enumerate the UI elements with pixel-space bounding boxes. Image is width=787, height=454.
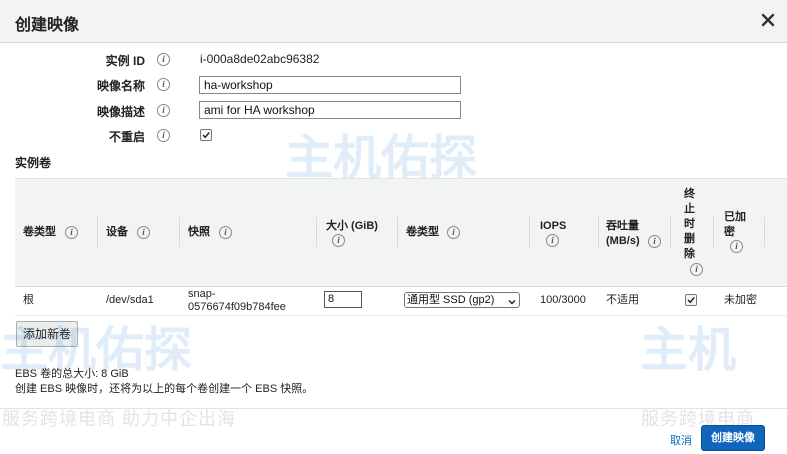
image-name-label: 映像名称 bbox=[96, 79, 145, 93]
ebs-total-size: EBS 卷的总大小: 8 GiB bbox=[15, 368, 129, 380]
watermark-brand-right: 主机 bbox=[640, 324, 737, 377]
info-icon[interactable]: i bbox=[546, 234, 559, 247]
col-iops: IOPS bbox=[540, 220, 567, 232]
info-icon[interactable]: i bbox=[157, 78, 170, 91]
row-encrypted: 未加密 bbox=[724, 294, 757, 306]
col-encrypted-2: 密 bbox=[724, 226, 735, 238]
image-description-label: 映像描述 bbox=[96, 105, 145, 119]
close-icon[interactable] bbox=[758, 10, 778, 30]
row-throughput: 不适用 bbox=[606, 294, 639, 306]
cancel-link[interactable]: 取消 bbox=[670, 432, 692, 448]
row-snapshot-2: 0576674f09b784fee bbox=[188, 301, 286, 313]
info-icon[interactable]: i bbox=[730, 240, 743, 253]
image-name-input[interactable]: ha-workshop bbox=[199, 76, 461, 94]
dialog-header: 创建映像 bbox=[0, 0, 787, 43]
col-size: 大小 (GiB) bbox=[326, 220, 378, 232]
row-volume-type: 根 bbox=[23, 294, 34, 306]
col-snapshot: 快照 bbox=[188, 226, 210, 238]
col-delete-char-5: 除 bbox=[684, 248, 695, 260]
info-icon[interactable]: i bbox=[157, 53, 170, 66]
info-icon[interactable]: i bbox=[447, 226, 460, 239]
instance-volumes-title: 实例卷 bbox=[15, 156, 52, 170]
col-device: 设备 bbox=[106, 226, 128, 238]
create-image-button[interactable]: 创建映像 bbox=[701, 425, 765, 451]
col-volume-type: 卷类型 bbox=[23, 226, 56, 238]
delete-on-termination-checkbox[interactable] bbox=[685, 294, 697, 306]
add-volume-button[interactable]: 添加新卷 bbox=[16, 321, 78, 347]
col-delete-char-2: 止 bbox=[684, 203, 695, 215]
info-icon[interactable]: i bbox=[137, 226, 150, 239]
row-device: /dev/sda1 bbox=[106, 294, 154, 306]
info-icon[interactable]: i bbox=[648, 235, 661, 248]
volume-type-select[interactable]: 通用型 SSD (gp2) bbox=[404, 292, 520, 308]
ebs-snapshot-note: 创建 EBS 映像时，还将为以上的每个卷创建一个 EBS 快照。 bbox=[15, 383, 314, 395]
col-delete-char-4: 删 bbox=[684, 233, 695, 245]
col-throughput-unit: (MB/s) bbox=[606, 235, 640, 247]
info-icon[interactable]: i bbox=[332, 234, 345, 247]
col-throughput: 吞吐量 bbox=[606, 220, 639, 232]
chevron-down-icon bbox=[508, 296, 516, 305]
col-delete-char-3: 时 bbox=[684, 218, 695, 230]
instance-id-value: i-000a8de02abc96382 bbox=[200, 52, 320, 66]
volumes-table-header bbox=[15, 178, 787, 287]
info-icon[interactable]: i bbox=[690, 263, 703, 276]
no-reboot-checkbox[interactable] bbox=[200, 129, 212, 141]
col-delete-char-1: 终 bbox=[684, 188, 695, 200]
row-iops: 100/3000 bbox=[540, 294, 586, 306]
row-divider bbox=[15, 315, 787, 316]
footer-divider bbox=[0, 408, 787, 409]
row-snapshot-1: snap- bbox=[188, 288, 216, 300]
info-icon[interactable]: i bbox=[65, 226, 78, 239]
info-icon[interactable]: i bbox=[219, 226, 232, 239]
info-icon[interactable]: i bbox=[157, 104, 170, 117]
size-input[interactable]: 8 bbox=[324, 291, 362, 308]
col-encrypted: 已加 bbox=[724, 211, 746, 223]
dialog-title: 创建映像 bbox=[15, 17, 80, 34]
no-reboot-label: 不重启 bbox=[108, 130, 145, 144]
instance-id-label: 实例 ID bbox=[105, 54, 145, 68]
volume-type-select-value: 通用型 SSD (gp2) bbox=[407, 294, 495, 306]
image-description-input[interactable]: ami for HA workshop bbox=[199, 101, 461, 119]
info-icon[interactable]: i bbox=[157, 129, 170, 142]
col-ebs-type: 卷类型 bbox=[406, 226, 439, 238]
